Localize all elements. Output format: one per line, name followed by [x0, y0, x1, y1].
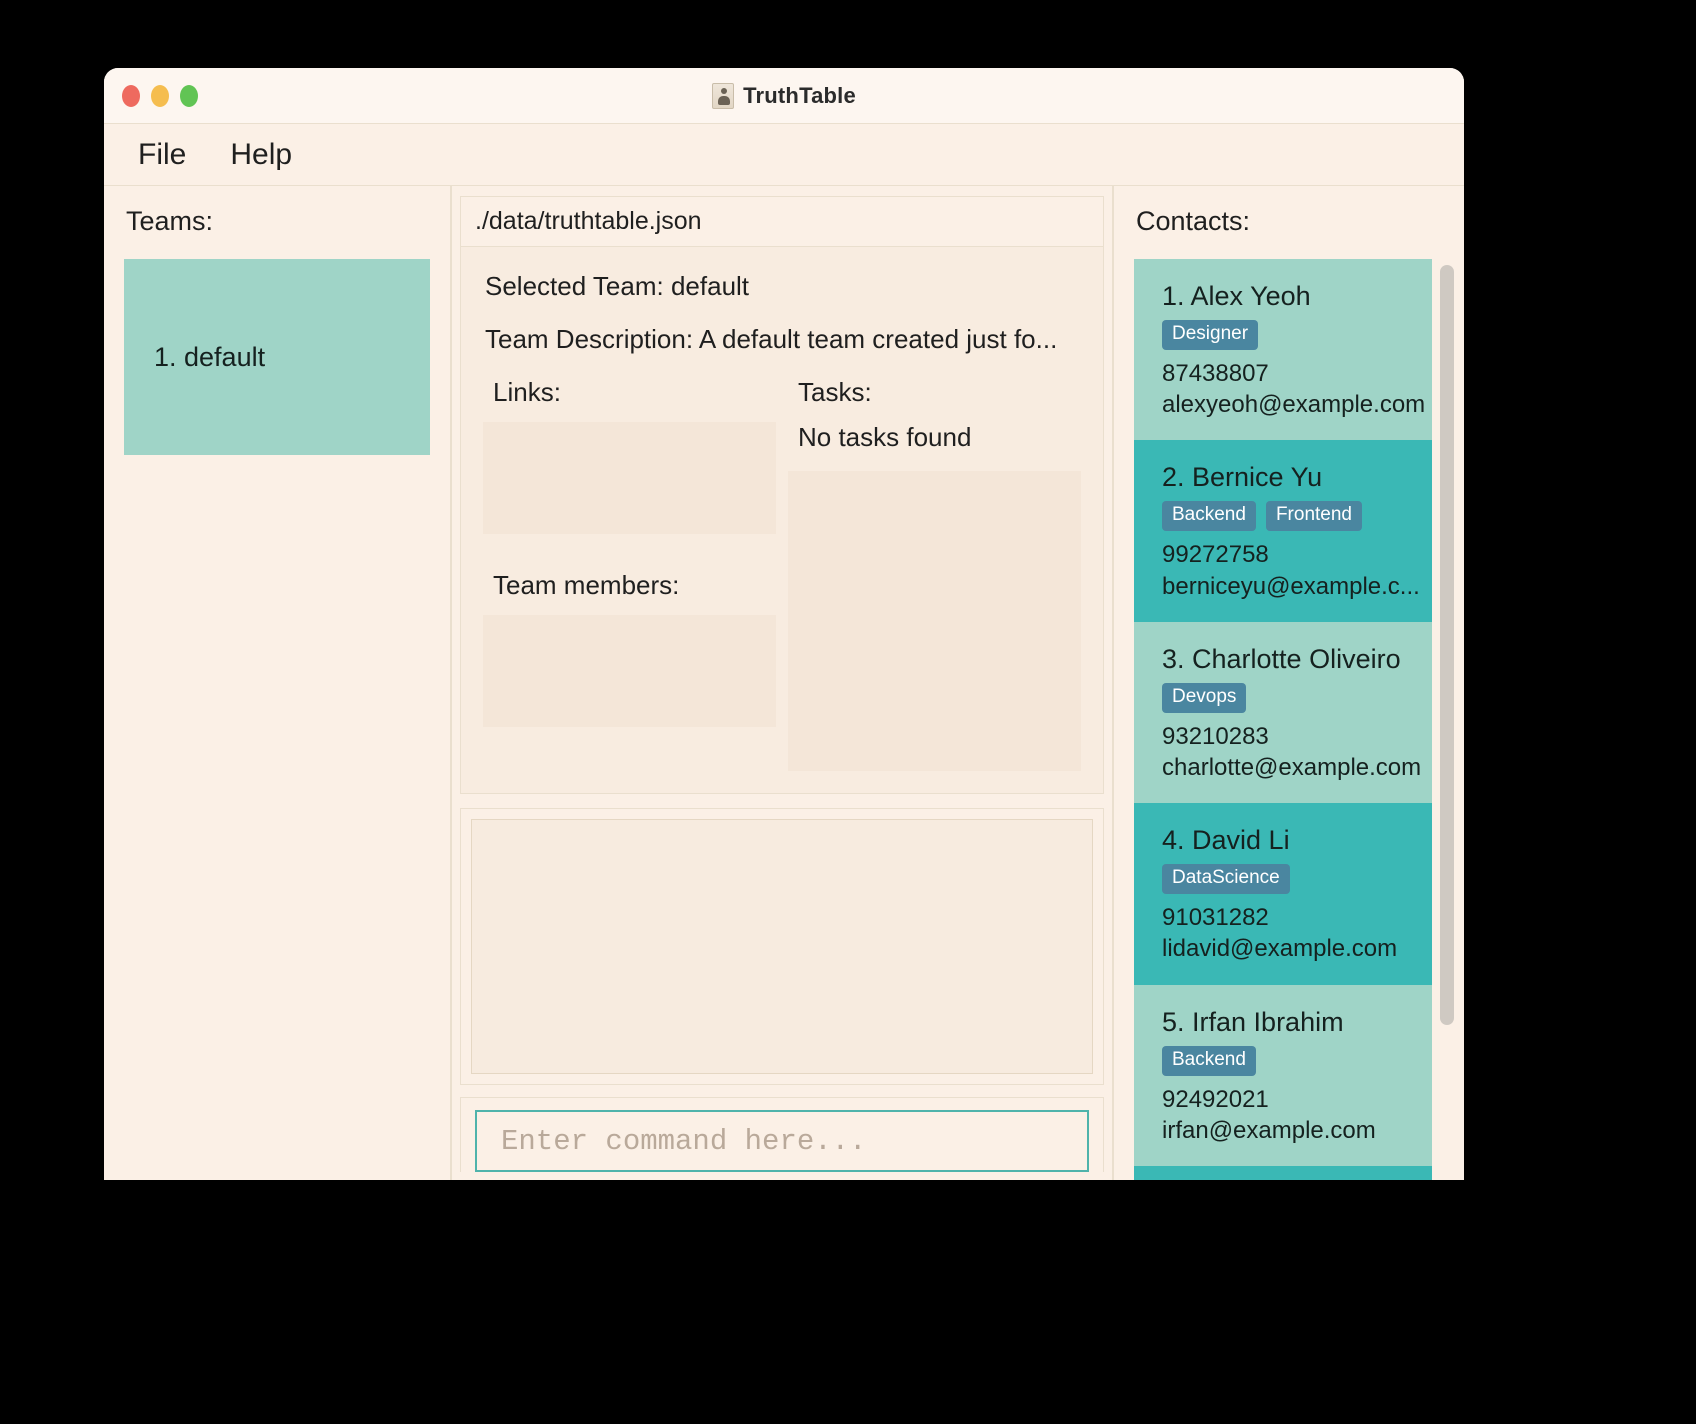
window-title-group: TruthTable [104, 68, 1464, 124]
window-title: TruthTable [743, 83, 856, 108]
contacts-scrollbar[interactable] [1440, 265, 1454, 1174]
tasks-heading: Tasks: [798, 377, 872, 407]
contact-tag: Frontend [1265, 501, 1362, 532]
contact-tag-row: Backend [1162, 1045, 1426, 1076]
contact-phone: 93210283 [1162, 722, 1269, 750]
tasks-list[interactable] [788, 471, 1081, 771]
command-bar [460, 1097, 1104, 1172]
contact-tag: Backend [1162, 1045, 1256, 1076]
contact-card-icon [712, 83, 735, 109]
contact-card[interactable]: 2. Bernice Yu Backend Frontend 99272758 bern… [1134, 440, 1432, 622]
team-description-line: Team Description: A default team created… [485, 324, 1058, 354]
contact-tag: Designer [1162, 320, 1259, 350]
contacts-scroll-area: 1. Alex Yeoh Designer 87438807 alexyeoh@exa… [1134, 259, 1464, 1180]
teams-list[interactable]: 1. default [124, 259, 430, 1180]
scrollbar-thumb[interactable] [1440, 265, 1454, 1025]
teams-heading: Teams: [126, 206, 214, 236]
output-panel [460, 808, 1104, 1085]
contact-tag-row: Designer [1162, 320, 1426, 350]
menu-item-file[interactable]: File [134, 136, 190, 174]
team-list-item-label: 1. default [154, 341, 266, 372]
contact-phone: 87438807 [1162, 360, 1269, 387]
links-column: Links: Team members: [483, 377, 776, 771]
title-bar: TruthTable [104, 68, 1464, 124]
selected-team-line: Selected Team: default [485, 271, 750, 301]
contacts-list[interactable]: 1. Alex Yeoh Designer 87438807 alexyeoh@exa… [1134, 259, 1432, 1180]
contact-name: 4. David Li [1162, 825, 1290, 856]
tasks-empty-message: No tasks found [798, 422, 972, 452]
contact-tag-row: Backend Frontend [1162, 501, 1426, 532]
contact-tag: Backend [1162, 501, 1256, 532]
tasks-column: Tasks: No tasks found [788, 377, 1081, 771]
contact-email: charlotte@example.com [1162, 753, 1422, 781]
contact-card[interactable] [1134, 1165, 1432, 1180]
center-panel: ./data/truthtable.json Selected Team: de… [452, 186, 1112, 1180]
menu-bar: File Help [104, 124, 1464, 186]
main-body: Teams: 1. default ./data/truthtable.json… [104, 186, 1464, 1180]
contact-card[interactable]: 1. Alex Yeoh Designer 87438807 alexyeoh@exa… [1134, 259, 1432, 441]
application-window: TruthTable File Help Teams: 1. default .… [104, 68, 1464, 1180]
contact-email: lidavid@example.com [1162, 935, 1398, 963]
contact-phone: 92492021 [1162, 1085, 1269, 1113]
teams-panel: Teams: 1. default [104, 186, 452, 1180]
contact-tag-row: Devops [1162, 682, 1426, 713]
contact-card[interactable]: 5. Irfan Ibrahim Backend 92492021 irfan@exa… [1134, 984, 1432, 1166]
contact-name: 5. Irfan Ibrahim [1162, 1006, 1344, 1037]
contact-phone: 99272758 [1162, 541, 1269, 569]
links-heading: Links: [493, 377, 561, 407]
contact-email: irfan@example.com [1162, 1116, 1376, 1144]
menu-item-help[interactable]: Help [226, 136, 296, 174]
links-list[interactable] [483, 422, 776, 534]
team-members-list[interactable] [483, 615, 776, 727]
contact-name: 3. Charlotte Oliveiro [1162, 643, 1401, 674]
output-text-area [471, 819, 1093, 1074]
contact-email: berniceyu@example.c... [1162, 572, 1420, 600]
team-detail-card: Selected Team: default Team Description:… [460, 247, 1104, 794]
contacts-heading: Contacts: [1136, 206, 1251, 236]
contact-name: 1. Alex Yeoh [1162, 281, 1311, 311]
command-input[interactable] [475, 1110, 1089, 1172]
file-path-display: ./data/truthtable.json [460, 196, 1104, 247]
contact-tag: DataScience [1162, 864, 1290, 895]
contact-phone: 91031282 [1162, 904, 1269, 932]
team-list-item[interactable]: 1. default [124, 259, 430, 455]
team-members-heading: Team members: [493, 570, 680, 600]
contact-card[interactable]: 4. David Li DataScience 91031282 lidavid@ex… [1134, 803, 1432, 985]
contact-name: 2. Bernice Yu [1162, 462, 1323, 493]
contacts-panel: Contacts: 1. Alex Yeoh Designer 87438807 al… [1112, 186, 1464, 1180]
contact-email: alexyeoh@example.com [1162, 391, 1426, 419]
contact-tag-row: DataScience [1162, 864, 1426, 895]
detail-columns: Links: Team members: Tasks: No tasks fou… [483, 377, 1081, 771]
contact-card[interactable]: 3. Charlotte Oliveiro Devops 93210283 charl… [1134, 621, 1432, 804]
contact-tag: Devops [1162, 682, 1247, 713]
